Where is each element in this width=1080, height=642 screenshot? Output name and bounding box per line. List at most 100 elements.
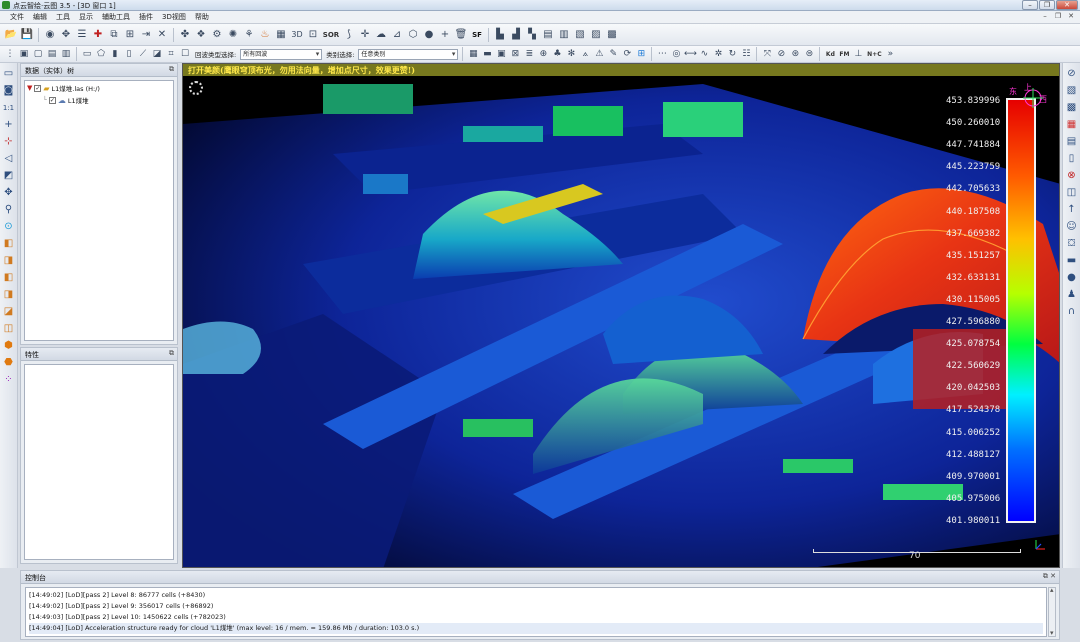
target-icon[interactable]: ⊕ — [537, 48, 549, 60]
export-icon[interactable]: ⇥ — [139, 28, 153, 42]
move-icon[interactable]: ✥ — [59, 28, 73, 42]
menu-tools[interactable]: 工具 — [56, 12, 70, 22]
plane-icon[interactable]: ⊿ — [390, 28, 404, 42]
grid-icon[interactable]: ⊡ — [306, 28, 320, 42]
histogram-icon[interactable]: ▙ — [493, 28, 507, 42]
palette-icon[interactable]: ▦ — [1065, 118, 1078, 131]
view-icon[interactable]: ▣ — [18, 48, 30, 60]
filter-icon[interactable]: ▧ — [573, 28, 587, 42]
magnet-icon[interactable]: ∩ — [1065, 305, 1078, 318]
open-folder-icon[interactable]: 📂 — [4, 28, 18, 42]
menu-edit[interactable]: 编辑 — [33, 12, 47, 22]
perspective-icon[interactable]: ◁ — [2, 152, 15, 165]
icp-icon[interactable]: ⊛ — [789, 48, 801, 60]
slash-icon[interactable]: ⟋ — [137, 48, 149, 60]
poly-select-icon[interactable]: ⬠ — [95, 48, 107, 60]
view-front-icon[interactable]: ▢ — [32, 48, 44, 60]
normal-color-icon[interactable]: N+C — [866, 48, 882, 60]
crop-icon[interactable]: ⌗ — [165, 48, 177, 60]
subsample-icon[interactable]: ❖ — [194, 28, 208, 42]
road-icon[interactable]: ⟑ — [579, 48, 591, 60]
pen-icon[interactable]: ✎ — [607, 48, 619, 60]
tree-item-file[interactable]: ▼ ✓ ▰ L1煤堆.las (H:/) — [27, 83, 100, 94]
stats-icon[interactable]: ▚ — [525, 28, 539, 42]
delete-icon[interactable]: ✕ — [155, 28, 169, 42]
menu-help[interactable]: 帮助 — [195, 12, 209, 22]
console-scrollbar[interactable] — [1048, 586, 1056, 637]
dock-icon[interactable]: ⧉ — [169, 65, 174, 74]
view-front-side-icon[interactable]: ◧ — [2, 271, 15, 284]
user-icon[interactable]: ♟ — [1065, 288, 1078, 301]
compass-tool-icon[interactable]: ⊗ — [1065, 169, 1078, 182]
crosshair-icon[interactable]: + — [2, 118, 15, 131]
building-icon[interactable]: ▣ — [495, 48, 507, 60]
compute-icon[interactable]: ▤ — [541, 28, 555, 42]
chart-icon[interactable]: ▟ — [509, 28, 523, 42]
scalar-field-icon[interactable]: SF — [470, 28, 484, 42]
zoom-fit-icon[interactable]: ⊙ — [2, 220, 15, 233]
menu-plugins[interactable]: 插件 — [139, 12, 153, 22]
view-top-icon[interactable]: ◧ — [2, 237, 15, 250]
list-icon[interactable]: ☰ — [75, 28, 89, 42]
clone-icon[interactable]: ⧉ — [107, 28, 121, 42]
trash-icon[interactable]: 🗑 — [454, 28, 468, 42]
cluster2-icon[interactable]: ✻ — [565, 48, 577, 60]
normal-icon[interactable]: ⊥ — [852, 48, 864, 60]
box-icon[interactable]: ☐ — [179, 48, 191, 60]
console-log[interactable]: [14:49:02] [LoD][pass 2] Level 8: 86777 … — [25, 587, 1047, 637]
mdi-minimize-button[interactable]: – — [1040, 12, 1050, 21]
cube-front-icon[interactable]: ⬢ — [2, 339, 15, 352]
circle-icon[interactable]: ● — [1065, 271, 1078, 284]
cube-back-icon[interactable]: ⬣ — [2, 356, 15, 369]
measure-icon[interactable]: ⋯ — [656, 48, 668, 60]
toolbar-overflow-icon[interactable]: » — [884, 48, 896, 60]
tree-item-cloud[interactable]: └ ✓ ☁ L1煤堆 — [43, 95, 89, 106]
rect-select-icon[interactable]: ▭ — [81, 48, 93, 60]
3d-icon[interactable]: 3D — [290, 28, 304, 42]
person-icon[interactable]: ☺ — [1065, 220, 1078, 233]
sample-icon[interactable]: ✤ — [178, 28, 192, 42]
columns-icon[interactable]: ▯ — [123, 48, 135, 60]
eye-icon[interactable]: ◉ — [43, 28, 57, 42]
zoom-icon[interactable]: ⚲ — [2, 203, 15, 216]
point-icon[interactable]: ◎ — [670, 48, 682, 60]
menu-file[interactable]: 文件 — [10, 12, 24, 22]
view-bottom-icon[interactable]: ◨ — [2, 254, 15, 267]
walk-icon[interactable]: ⛋ — [1065, 237, 1078, 250]
close-button[interactable]: ✕ — [1056, 0, 1078, 10]
minimize-button[interactable]: – — [1022, 0, 1038, 10]
sf-edit-icon[interactable]: ▩ — [605, 28, 619, 42]
kd-tree-icon[interactable]: Kd — [824, 48, 836, 60]
grid-view-icon[interactable]: ⊞ — [635, 48, 647, 60]
align-icon[interactable]: ⤧ — [761, 48, 773, 60]
layer-icon[interactable]: ≣ — [523, 48, 535, 60]
sphere-icon[interactable]: ● — [422, 28, 436, 42]
image-icon[interactable]: ▧ — [1065, 84, 1078, 97]
dots-icon[interactable]: ⁘ — [2, 373, 15, 386]
compass-widget[interactable]: 东 上 西 — [1009, 82, 1053, 112]
gear-icon[interactable]: ⚙ — [210, 28, 224, 42]
screenshot-icon[interactable]: ▤ — [1065, 135, 1078, 148]
menu-display[interactable]: 显示 — [79, 12, 93, 22]
save-icon[interactable]: 💾 — [20, 28, 34, 42]
camera-icon[interactable]: ◙ — [2, 84, 15, 97]
checker-icon[interactable]: ▦ — [274, 28, 288, 42]
sf-delete-icon[interactable]: ▨ — [589, 28, 603, 42]
register-icon[interactable]: ⊘ — [775, 48, 787, 60]
view-back-icon[interactable]: ▤ — [46, 48, 58, 60]
axis-icon[interactable]: ✛ — [358, 28, 372, 42]
rotate-icon[interactable]: ↻ — [726, 48, 738, 60]
mdi-restore-button[interactable]: ❐ — [1053, 12, 1063, 21]
one-to-one-icon[interactable]: 1:1 — [2, 101, 15, 114]
menu-3d-view[interactable]: 3D视图 — [162, 12, 186, 22]
view-left-icon[interactable]: ◪ — [2, 305, 15, 318]
segment-tool-icon[interactable]: ◪ — [151, 48, 163, 60]
cluster-icon[interactable]: ✺ — [226, 28, 240, 42]
ground-icon[interactable]: ▬ — [481, 48, 493, 60]
pan-icon[interactable]: ✥ — [2, 186, 15, 199]
transform-icon[interactable]: ⊜ — [803, 48, 815, 60]
north-arrow-icon[interactable]: ↑ — [1065, 203, 1078, 216]
translate-icon[interactable]: ✚ — [91, 28, 105, 42]
curve-icon[interactable]: ⟆ — [342, 28, 356, 42]
light-icon[interactable]: ▩ — [1065, 101, 1078, 114]
